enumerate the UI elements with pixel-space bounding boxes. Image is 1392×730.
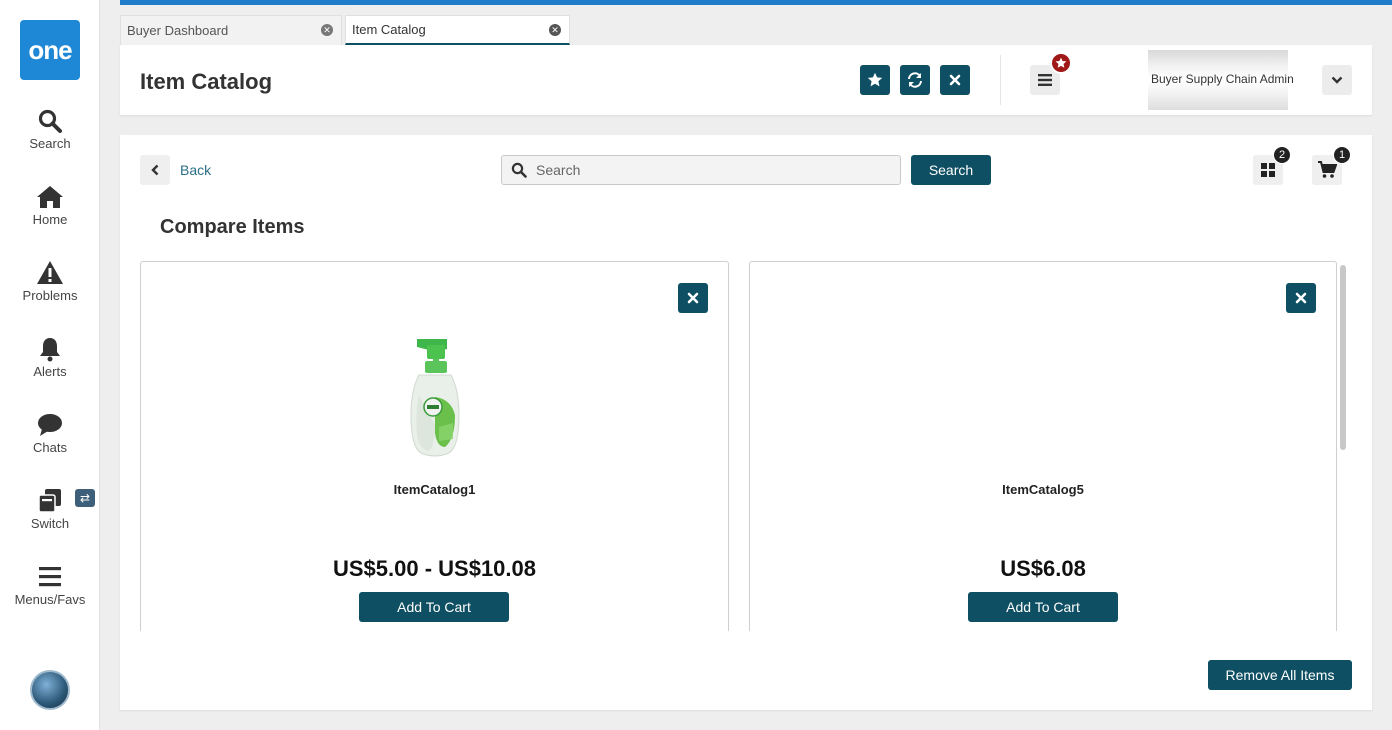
close-icon [1295, 292, 1307, 304]
app-logo[interactable]: one [20, 20, 80, 80]
remove-item-button[interactable] [1286, 283, 1316, 313]
nav-alerts[interactable]: Alerts [0, 336, 100, 379]
add-to-cart-button[interactable]: Add To Cart [359, 592, 509, 622]
item-price: US$6.08 [1000, 556, 1086, 581]
chevron-left-icon [151, 164, 159, 176]
search-button[interactable]: Search [911, 155, 991, 185]
search-input[interactable]: Search [501, 155, 901, 185]
nav-problems[interactable]: Problems [0, 260, 100, 303]
star-icon [867, 72, 883, 87]
tab-buyer-dashboard[interactable]: Buyer Dashboard ✕ [120, 15, 342, 45]
grid-icon [1261, 163, 1275, 177]
close-page-button[interactable] [940, 65, 970, 95]
favorites-badge[interactable] [1050, 52, 1072, 74]
user-menu-button[interactable] [1322, 65, 1352, 95]
remove-all-items-button[interactable]: Remove All Items [1208, 660, 1352, 690]
nav-search-label: Search [29, 136, 71, 151]
cart-icon [1318, 161, 1337, 178]
tab-item-catalog[interactable]: Item Catalog ✕ [345, 15, 570, 45]
item-name[interactable]: ItemCatalog5 [750, 482, 1336, 497]
compare-count-badge: 2 [1273, 146, 1291, 164]
close-icon [687, 292, 699, 304]
left-nav: one Search Home Problems Alerts Chats Sw… [0, 0, 100, 730]
close-tab-icon[interactable]: ✕ [321, 24, 333, 36]
user-role[interactable]: Buyer Supply Chain Admin [1151, 72, 1294, 86]
nav-chats-label: Chats [33, 440, 67, 455]
close-tab-icon[interactable]: ✕ [549, 24, 561, 36]
star-icon [1055, 57, 1067, 68]
search-placeholder: Search [536, 162, 581, 178]
back-link[interactable]: Back [180, 162, 211, 178]
compare-item-card: ItemCatalog5 US$6.08 Add To Cart [749, 261, 1337, 631]
tab-label: Buyer Dashboard [127, 23, 229, 38]
product-image[interactable] [405, 335, 465, 465]
search-icon [0, 108, 100, 134]
tab-label: Item Catalog [352, 22, 426, 37]
hamburger-icon [1038, 74, 1052, 86]
refresh-icon [908, 72, 922, 88]
nav-menus-favs[interactable]: Menus/Favs [0, 564, 100, 607]
chat-bubble-icon [0, 412, 100, 438]
bell-icon [0, 336, 100, 362]
search-icon [511, 162, 527, 178]
nav-home-label: Home [32, 212, 68, 227]
page-title: Item Catalog [140, 69, 273, 94]
nav-chats[interactable]: Chats [0, 412, 100, 455]
item-price: US$5.00 - US$10.08 [332, 556, 537, 581]
avatar[interactable] [30, 670, 70, 710]
chevron-down-icon [1331, 76, 1343, 84]
nav-search[interactable]: Search [0, 108, 100, 151]
scrollbar[interactable] [1340, 265, 1346, 450]
close-icon [949, 74, 961, 86]
remove-item-button[interactable] [678, 283, 708, 313]
warning-icon [0, 260, 100, 286]
back-button[interactable] [140, 155, 170, 185]
nav-problems-label: Problems [22, 288, 78, 303]
nav-switch-label: Switch [30, 516, 70, 531]
header-divider [1000, 55, 1001, 105]
section-title: Compare Items [160, 216, 305, 238]
page-header: Item Catalog Buyer Supply Chain Admin [120, 45, 1372, 115]
refresh-button[interactable] [900, 65, 930, 95]
hamburger-icon [0, 564, 100, 590]
compare-item-card: ItemCatalog1 US$5.00 - US$10.08 Add To C… [140, 261, 729, 631]
nav-alerts-label: Alerts [33, 364, 67, 379]
top-accent-bar [120, 0, 1392, 5]
nav-menus-favs-label: Menus/Favs [14, 592, 86, 607]
home-icon [0, 184, 100, 210]
switch-arrows-icon[interactable]: ⇄ [75, 489, 95, 507]
item-name[interactable]: ItemCatalog1 [141, 482, 728, 497]
nav-home[interactable]: Home [0, 184, 100, 227]
add-to-cart-button[interactable]: Add To Cart [968, 592, 1118, 622]
favorite-button[interactable] [860, 65, 890, 95]
main-content: Back Search Search 2 1 Compare Items Ite… [120, 135, 1372, 710]
cart-count-badge: 1 [1333, 146, 1351, 164]
